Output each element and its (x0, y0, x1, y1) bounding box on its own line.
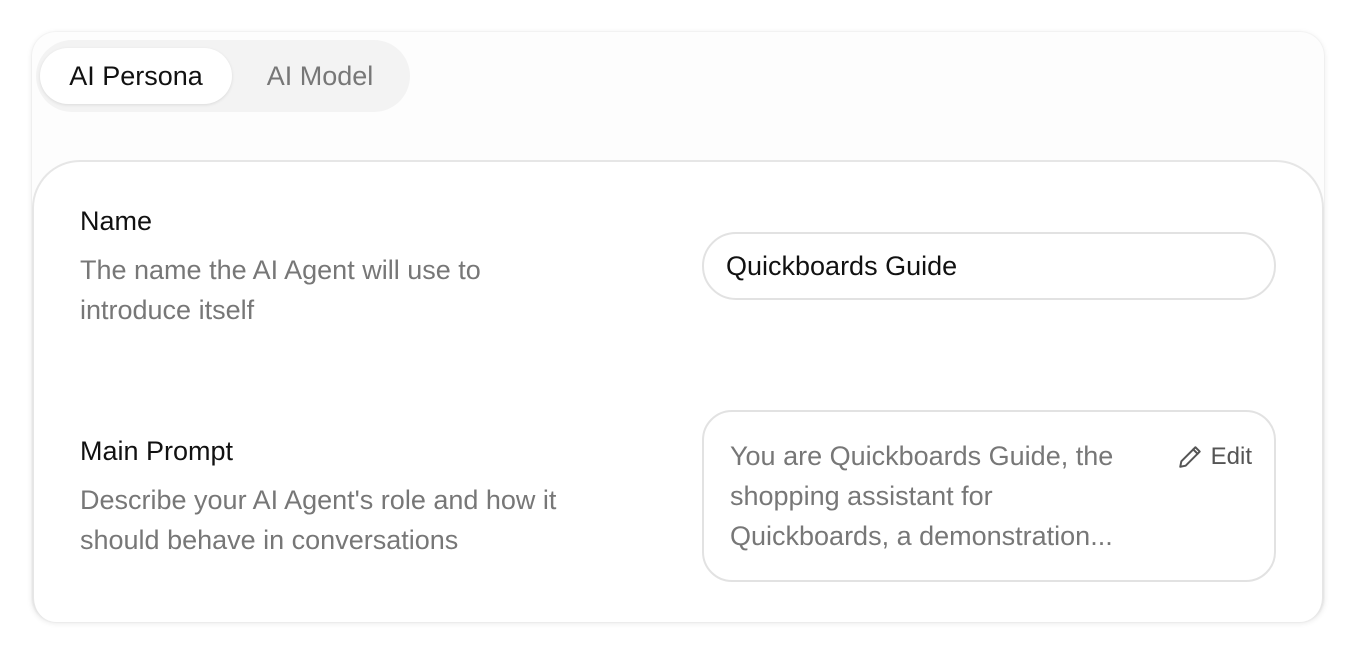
pencil-icon (1178, 446, 1201, 468)
name-label: Name (80, 206, 153, 236)
tab-ai-model[interactable]: AI Model (236, 48, 404, 104)
edit-prompt-button[interactable]: Edit (1177, 442, 1252, 472)
main-prompt-text: You are Quickboards Guide, the shopping … (730, 441, 1114, 551)
tab-bar: AI Persona AI Model (36, 40, 410, 112)
edit-label: Edit (1210, 443, 1252, 470)
name-description: The name the AI Agent will use to introd… (80, 255, 481, 325)
name-input[interactable] (702, 232, 1276, 300)
main-prompt-preview[interactable]: You are Quickboards Guide, the shopping … (702, 410, 1276, 582)
main-prompt-description: Describe your AI Agent's role and how it… (80, 485, 557, 555)
main-prompt-label: Main Prompt (80, 436, 234, 466)
persona-panel: Name The name the AI Agent will use to i… (32, 160, 1324, 622)
tab-ai-persona[interactable]: AI Persona (40, 48, 232, 104)
settings-card: AI Persona AI Model Name The name the AI… (32, 32, 1324, 622)
